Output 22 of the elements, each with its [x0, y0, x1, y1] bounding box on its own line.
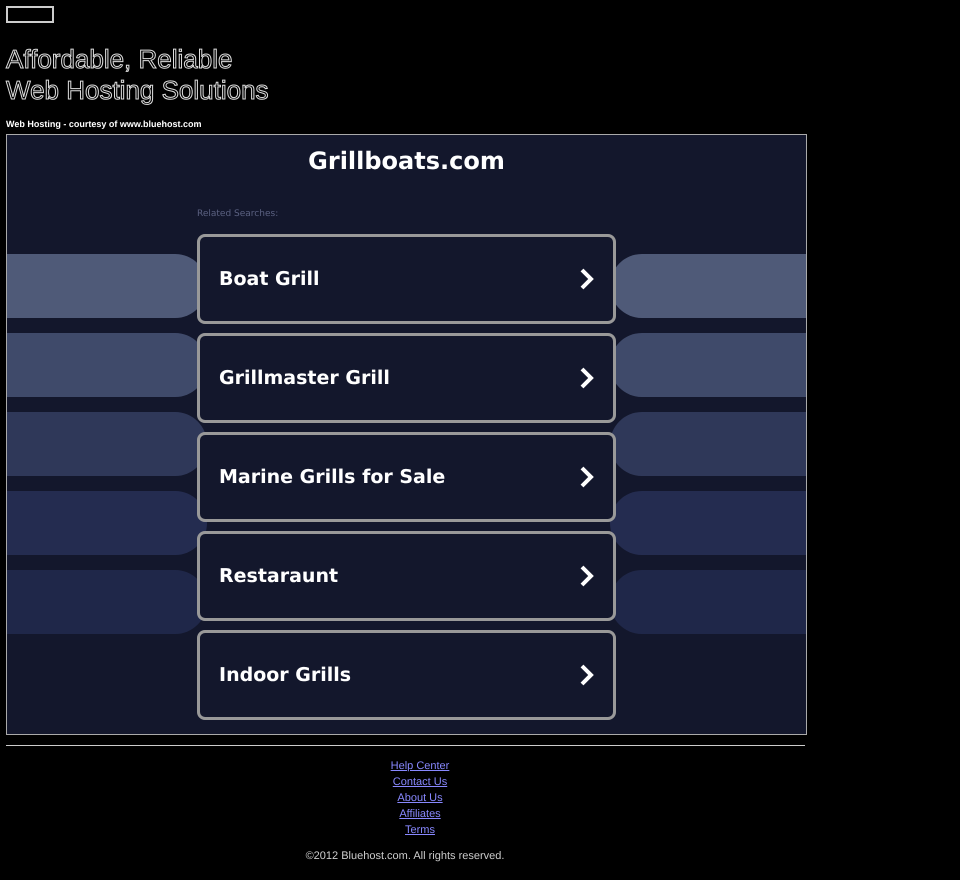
- chevron-icon: [579, 367, 595, 389]
- search-link[interactable]: Indoor Grills: [197, 630, 616, 720]
- copyright-text: ©2012 Bluehost.com. All rights reserved.: [304, 850, 506, 862]
- footer-link[interactable]: Terms: [405, 822, 435, 838]
- search-link[interactable]: Restaraunt: [197, 531, 616, 621]
- chevron-icon: [579, 565, 595, 587]
- footer-link[interactable]: Help Center: [390, 758, 450, 774]
- chevron-icon: [579, 466, 595, 488]
- search-link[interactable]: Boat Grill: [197, 234, 616, 324]
- headline-text: Affordable, Reliable: [6, 44, 234, 75]
- footer-link[interactable]: Contact Us: [392, 774, 448, 790]
- chevron-icon: [579, 268, 595, 290]
- outline-box: [6, 6, 54, 23]
- credit-text: Web Hosting - courtesy of www.bluehost.com: [6, 119, 203, 129]
- footer-link[interactable]: About Us: [397, 790, 443, 806]
- headline-text: Web Hosting Solutions: [6, 75, 270, 106]
- footer-link[interactable]: Affiliates: [399, 806, 441, 822]
- site-title: Grillboats.com: [307, 147, 506, 177]
- related-label: Related Searches:: [197, 209, 280, 219]
- search-link[interactable]: Marine Grills for Sale: [197, 432, 616, 522]
- chevron-icon: [579, 664, 595, 686]
- search-link[interactable]: Grillmaster Grill: [197, 333, 616, 423]
